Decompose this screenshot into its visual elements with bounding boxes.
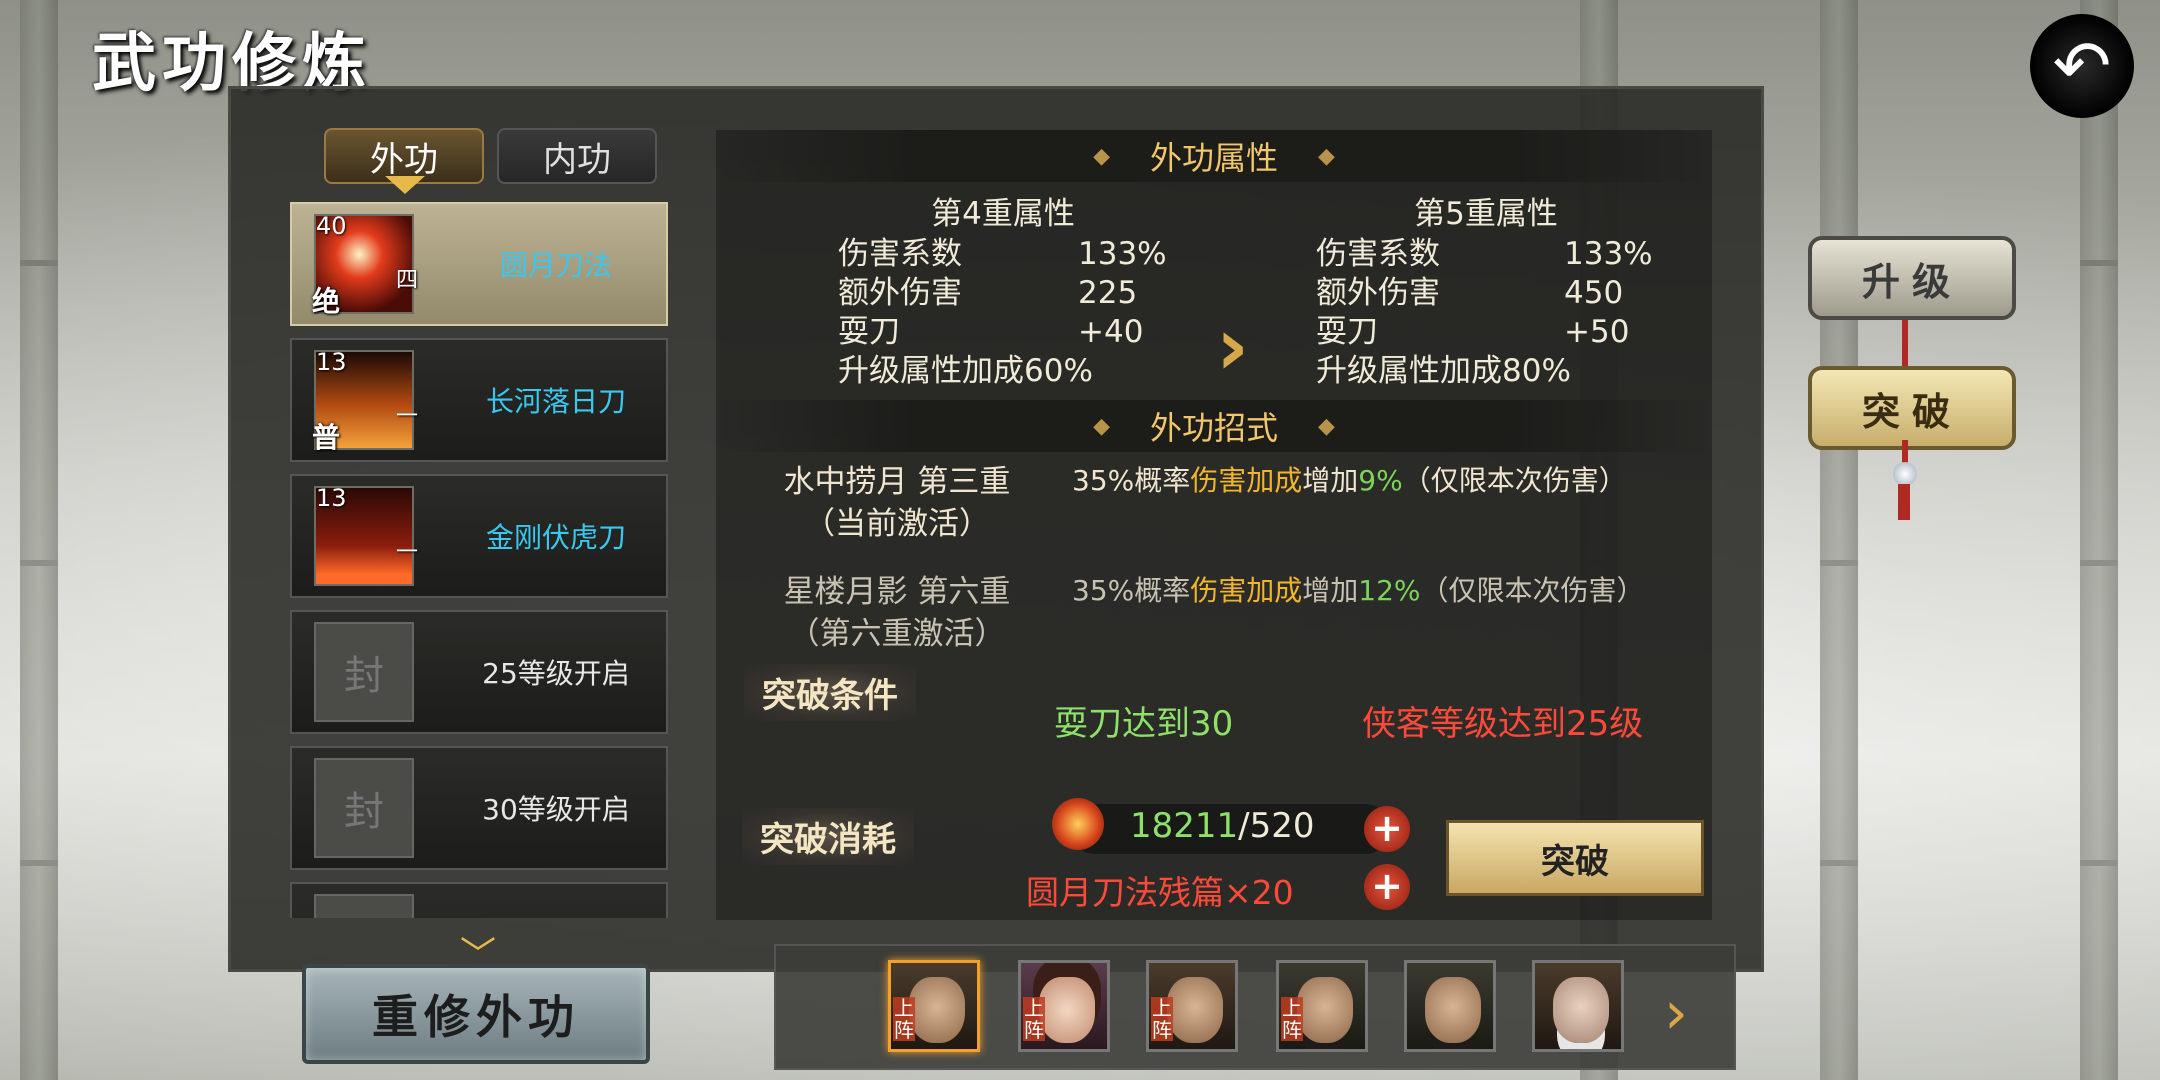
skill-level: 13 <box>316 484 347 512</box>
list-item[interactable]: 40 绝 四 圆月刀法 <box>290 202 668 326</box>
cost-have: 18211 <box>1130 806 1239 846</box>
hero-portrait[interactable] <box>1532 960 1624 1052</box>
chevron-right-icon[interactable]: › <box>1664 978 1688 1048</box>
skill-level: 13 <box>316 348 347 376</box>
reset-skill-button[interactable]: 重修外功 <box>302 964 650 1064</box>
cost-amount: 18211/520 <box>1130 806 1315 846</box>
hero-face-icon <box>1297 977 1353 1043</box>
move-status: （第六重激活） <box>788 616 1006 652</box>
ornament-icon: ◆ <box>1318 413 1335 439</box>
hero-face-icon <box>1167 977 1223 1043</box>
coin-icon <box>1052 798 1104 850</box>
attr-value: 133% <box>1078 236 1167 272</box>
skill-grade: 普 <box>312 421 341 454</box>
condition-met: 耍刀达到30 <box>1054 704 1234 744</box>
attr-label: 额外伤害 <box>1316 275 1440 311</box>
deployed-badge: 上阵 <box>893 996 915 1042</box>
current-attributes: 第4重属性 伤害系数 133% 额外伤害 225 耍刀 +40 升级属性加成 60% <box>838 188 1198 391</box>
attributes-header-label: 外功属性 <box>1149 139 1278 177</box>
skill-grade: 绝 <box>312 285 341 318</box>
cost-need: /520 <box>1238 806 1315 846</box>
condition-unmet: 侠客等级达到25级 <box>1362 704 1644 744</box>
attr-value: +40 <box>1078 314 1144 350</box>
add-currency-button[interactable]: + <box>1364 806 1410 852</box>
attr-value: 80% <box>1502 353 1571 389</box>
tassel-decoration <box>1898 484 1910 520</box>
next-attributes-title: 第5重属性 <box>1414 196 1558 232</box>
arrow-right-icon: › <box>1216 300 1249 393</box>
breakthrough-cost-label: 突破消耗 <box>742 808 914 865</box>
upgrade-button[interactable]: 升级 <box>1808 236 2016 320</box>
skill-name: 金刚伏虎刀 <box>485 521 626 554</box>
attr-value: 133% <box>1564 236 1653 272</box>
breakthrough-mode-button[interactable]: 突破 <box>1808 366 2016 450</box>
attr-value: 450 <box>1564 275 1624 311</box>
attr-label: 伤害系数 <box>1316 236 1440 272</box>
bamboo-decoration <box>2080 0 2118 1080</box>
hero-face-icon <box>1553 977 1609 1043</box>
skill-unlock-text: 25等级开启 <box>482 657 630 690</box>
next-attributes: 第5重属性 伤害系数 133% 额外伤害 450 耍刀 +50 升级属性加成 80% <box>1316 188 1684 391</box>
deployed-badge: 上阵 <box>1281 996 1303 1042</box>
attr-label: 耍刀 <box>838 314 900 350</box>
skill-level: 40 <box>316 212 347 240</box>
attr-label: 额外伤害 <box>838 275 962 311</box>
list-item[interactable]: 13 一 金刚伏虎刀 <box>290 474 668 598</box>
fragment-cost: 圆月刀法残篇×20 <box>1026 873 1294 912</box>
skill-name: 圆月刀法 <box>499 249 612 282</box>
deployed-badge: 上阵 <box>1151 996 1173 1042</box>
current-attributes-title: 第4重属性 <box>931 196 1075 232</box>
move-description: 35%概率伤害加成增加9%（仅限本次伤害） <box>1072 464 1627 497</box>
breakthrough-conditions-label: 突破条件 <box>744 664 916 721</box>
list-item[interactable]: 封 30等级开启 <box>290 746 668 870</box>
list-item[interactable]: 封 25等级开启 <box>290 610 668 734</box>
tab-indicator-icon <box>385 176 425 194</box>
moves-header: ◆ 外功招式 ◆ <box>716 400 1712 452</box>
ornament-icon: ◆ <box>1093 143 1110 169</box>
hero-face-icon <box>1039 977 1095 1043</box>
skill-rank: 四 <box>396 268 419 293</box>
hero-portrait[interactable]: 上阵 <box>1276 960 1368 1052</box>
move-name: 星楼月影 第六重 <box>783 574 1011 610</box>
skill-rank: 一 <box>396 540 419 565</box>
list-item[interactable] <box>290 882 668 918</box>
hero-portrait[interactable]: 上阵 <box>888 960 980 1052</box>
breakthrough-button[interactable]: 突破 <box>1446 820 1704 896</box>
hero-portrait[interactable] <box>1404 960 1496 1052</box>
back-button[interactable]: ↶ <box>2030 14 2134 118</box>
attr-value: +50 <box>1564 314 1630 350</box>
add-fragment-button[interactable]: + <box>1364 864 1410 910</box>
back-arrow-icon: ↶ <box>2052 25 2112 107</box>
move-description: 35%概率伤害加成增加12%（仅限本次伤害） <box>1072 574 1645 607</box>
locked-seal-icon: 封 <box>314 622 414 722</box>
deployed-badge: 上阵 <box>1023 996 1045 1042</box>
attr-value: 225 <box>1078 275 1138 311</box>
bamboo-decoration <box>20 0 58 1080</box>
move-status: （当前激活） <box>804 506 990 542</box>
attr-value: 60% <box>1024 353 1093 389</box>
list-item[interactable]: 13 普 一 长河落日刀 <box>290 338 668 462</box>
ornament-icon: ◆ <box>1093 413 1110 439</box>
jade-bead-icon <box>1893 462 1917 486</box>
skill-list[interactable]: 40 绝 四 圆月刀法 13 普 一 长河落日刀 13 一 金刚伏虎刀 封 25… <box>290 202 670 918</box>
hero-face-icon <box>1425 977 1481 1043</box>
moves-header-label: 外功招式 <box>1149 409 1278 447</box>
attr-label: 耍刀 <box>1316 314 1378 350</box>
skill-name: 长河落日刀 <box>485 385 626 418</box>
hero-portrait[interactable]: 上阵 <box>1146 960 1238 1052</box>
move-name: 水中捞月 第三重 <box>783 464 1011 500</box>
skill-rank: 一 <box>396 404 419 429</box>
locked-seal-icon: 封 <box>314 758 414 858</box>
attr-label: 伤害系数 <box>838 236 962 272</box>
skill-unlock-text: 30等级开启 <box>482 793 630 826</box>
ornament-icon: ◆ <box>1318 143 1335 169</box>
hero-portrait[interactable]: 上阵 <box>1018 960 1110 1052</box>
bamboo-decoration <box>1820 0 1858 1080</box>
attr-label: 升级属性加成 <box>838 353 1024 389</box>
locked-seal-icon <box>314 894 414 918</box>
tab-inner-skill[interactable]: 内功 <box>497 128 657 184</box>
attr-label: 升级属性加成 <box>1316 353 1502 389</box>
hero-face-icon <box>909 977 965 1043</box>
attributes-header: ◆ 外功属性 ◆ <box>716 130 1712 182</box>
